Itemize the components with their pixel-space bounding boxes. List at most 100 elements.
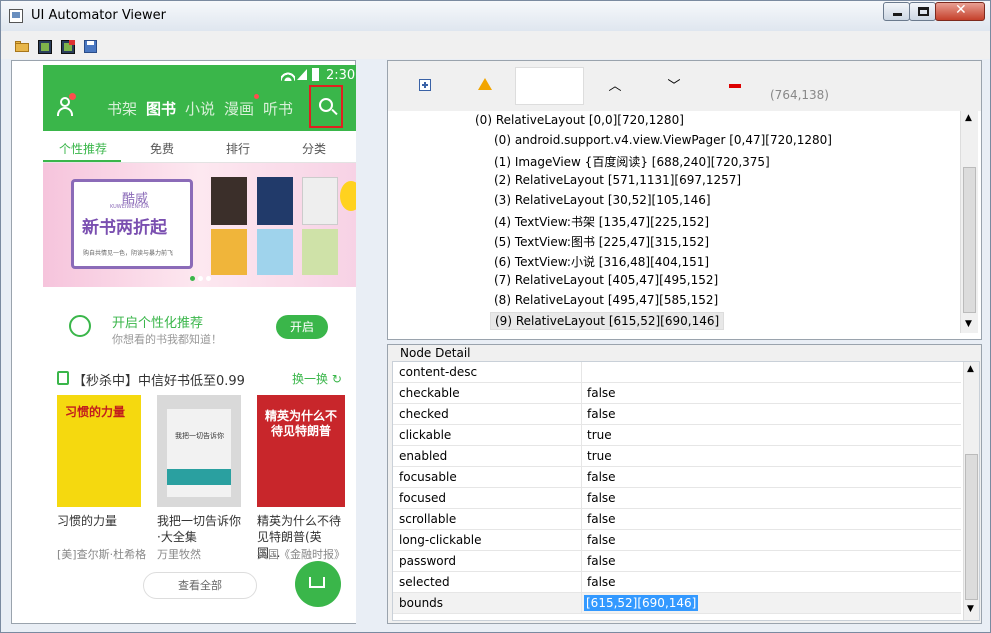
- detail-scrollbar[interactable]: ▲ ▼: [963, 362, 979, 620]
- user-icon[interactable]: [57, 93, 76, 117]
- enable-button[interactable]: 开启: [276, 315, 328, 339]
- tree-node[interactable]: (0) android.support.v4.view.ViewPager [0…: [494, 133, 832, 147]
- detail-value[interactable]: false: [587, 386, 616, 400]
- book-cover-1[interactable]: 习惯的力量: [57, 395, 141, 507]
- detail-row[interactable]: long-clickable false: [393, 530, 961, 551]
- cart-fab[interactable]: [295, 561, 341, 607]
- subtab-free[interactable]: 免费: [150, 140, 174, 157]
- refresh-button[interactable]: 换一换 ↻: [292, 370, 342, 387]
- detail-value[interactable]: true: [587, 449, 612, 463]
- detail-value-selected[interactable]: [615,52][690,146]: [584, 595, 699, 611]
- detail-value[interactable]: false: [587, 491, 616, 505]
- tree-node[interactable]: (4) TextView:书架 [135,47][225,152]: [494, 213, 709, 230]
- tree-node[interactable]: (5) TextView:图书 [225,47][315,152]: [494, 233, 709, 250]
- book-cover-3[interactable]: 精英为什么不待见特朗普: [257, 395, 345, 507]
- save-icon[interactable]: [84, 40, 98, 54]
- header-tab-books[interactable]: 图书: [146, 98, 176, 119]
- detail-row[interactable]: password false: [393, 551, 961, 572]
- warning-icon[interactable]: [474, 75, 496, 97]
- section-title: 【秒杀中】中信好书低至0.99: [73, 374, 245, 389]
- detail-key: content-desc: [399, 365, 478, 379]
- tree-node[interactable]: (6) TextView:小说 [316,48][404,151]: [494, 253, 709, 270]
- search-button[interactable]: [309, 85, 343, 128]
- title-bar[interactable]: UI Automator Viewer ✕: [1, 1, 990, 31]
- detail-value[interactable]: false: [587, 470, 616, 484]
- status-time: 2:30: [326, 68, 356, 83]
- detail-row[interactable]: checkable false: [393, 383, 961, 404]
- detail-value[interactable]: false: [587, 575, 616, 589]
- book-cover-title: 精英为什么不待见特朗普: [265, 409, 338, 438]
- subtab-ranking[interactable]: 排行: [226, 140, 250, 157]
- node-detail-label: Node Detail: [398, 346, 473, 360]
- subtab-recommend[interactable]: 个性推荐: [59, 140, 107, 157]
- promo-banner[interactable]: 酷威 KUWEIWENHUA 新书两折起 购自共情见一色，阴读与暴力前飞: [43, 163, 356, 287]
- clear-icon[interactable]: [724, 75, 746, 97]
- header-tab-shelf[interactable]: 书架: [107, 98, 137, 119]
- tree-node[interactable]: (3) RelativeLayout [30,52][105,146]: [494, 193, 711, 207]
- detail-value[interactable]: false: [587, 533, 616, 547]
- detail-key: focused: [399, 491, 447, 505]
- device-screenshot-compressed-icon[interactable]: [61, 40, 75, 54]
- scroll-thumb[interactable]: [965, 454, 978, 600]
- detail-value[interactable]: false: [587, 407, 616, 421]
- scroll-up-arrow[interactable]: ▲: [965, 113, 972, 123]
- detail-row[interactable]: selected false: [393, 572, 961, 593]
- banner-book-1: [211, 177, 247, 225]
- app-icon: [9, 9, 23, 23]
- chevron-down-icon[interactable]: ﹀: [663, 75, 685, 97]
- detail-row[interactable]: content-desc: [393, 362, 961, 383]
- maximize-button[interactable]: [909, 2, 936, 21]
- battery-icon: [312, 68, 319, 81]
- header-tab-novels[interactable]: 小说: [185, 98, 215, 119]
- scroll-up-arrow[interactable]: ▲: [967, 364, 974, 374]
- minimize-button[interactable]: [883, 2, 910, 21]
- detail-key: clickable: [399, 428, 452, 442]
- expand-all-icon[interactable]: [414, 75, 436, 97]
- detail-row-selected[interactable]: bounds [615,52][690,146]: [393, 593, 961, 614]
- detail-row[interactable]: clickable true: [393, 425, 961, 446]
- banner-tagline: 购自共情见一色，阴读与暴力前飞: [83, 250, 174, 257]
- detail-row[interactable]: enabled true: [393, 446, 961, 467]
- tree-node[interactable]: (0) RelativeLayout [0,0][720,1280]: [475, 113, 684, 127]
- tree-node[interactable]: (2) RelativeLayout [571,1131][697,1257]: [494, 173, 741, 187]
- wifi-icon: [281, 69, 295, 81]
- toggle-naf-button[interactable]: [515, 67, 584, 105]
- detail-key: password: [399, 554, 456, 568]
- tree-node[interactable]: (7) RelativeLayout [405,47][495,152]: [494, 273, 718, 287]
- detail-row[interactable]: focusable false: [393, 467, 961, 488]
- header-tab-audio[interactable]: 听书: [263, 98, 293, 119]
- tree-node[interactable]: (1) ImageView {百度阅读} [688,240][720,375]: [494, 153, 770, 170]
- subtab-category[interactable]: 分类: [302, 140, 326, 157]
- scroll-down-arrow[interactable]: ▼: [967, 604, 974, 614]
- detail-key: long-clickable: [399, 533, 482, 547]
- book-title-2[interactable]: 我把一切告诉你·大全集: [157, 513, 243, 545]
- book-cover-2[interactable]: 我把一切告诉你: [157, 395, 241, 507]
- active-subtab-indicator: [43, 160, 121, 162]
- detail-row[interactable]: focused false: [393, 488, 961, 509]
- book-author-2: 万里牧然: [157, 548, 201, 561]
- book-title-1[interactable]: 习惯的力量: [57, 513, 149, 529]
- view-all-button[interactable]: 查看全部: [143, 572, 257, 599]
- app-header: 书架 图书 小说 漫画 听书: [43, 85, 356, 131]
- scroll-thumb[interactable]: [963, 167, 976, 313]
- device-screenshot-icon[interactable]: [38, 40, 52, 54]
- chevron-up-icon[interactable]: ︿: [604, 75, 626, 97]
- detail-value[interactable]: false: [587, 554, 616, 568]
- detail-value[interactable]: true: [587, 428, 612, 442]
- detail-value[interactable]: false: [587, 512, 616, 526]
- device-screen[interactable]: 2:30 书架 图书 小说 漫画 听书 个性推荐 免费 排行 分类 酷威 KUW…: [43, 65, 356, 623]
- detail-key: bounds: [399, 596, 444, 610]
- detail-row[interactable]: checked false: [393, 404, 961, 425]
- close-button[interactable]: ✕: [935, 2, 985, 21]
- scroll-down-arrow[interactable]: ▼: [965, 319, 972, 329]
- detail-row[interactable]: scrollable false: [393, 509, 961, 530]
- signal-icon: [297, 69, 307, 80]
- refresh-icon: ↻: [331, 372, 342, 386]
- header-tab-comics[interactable]: 漫画: [224, 98, 254, 119]
- tree-node-selected[interactable]: (9) RelativeLayout [615,52][690,146]: [490, 312, 725, 330]
- open-folder-icon[interactable]: [15, 40, 29, 54]
- tree-scrollbar[interactable]: ▲ ▼: [960, 111, 978, 333]
- tree-node[interactable]: (8) RelativeLayout [495,47][585,152]: [494, 293, 718, 307]
- hierarchy-tree[interactable]: (0) RelativeLayout [0,0][720,1280] (0) a…: [394, 111, 960, 333]
- banner-book-5: [257, 229, 293, 275]
